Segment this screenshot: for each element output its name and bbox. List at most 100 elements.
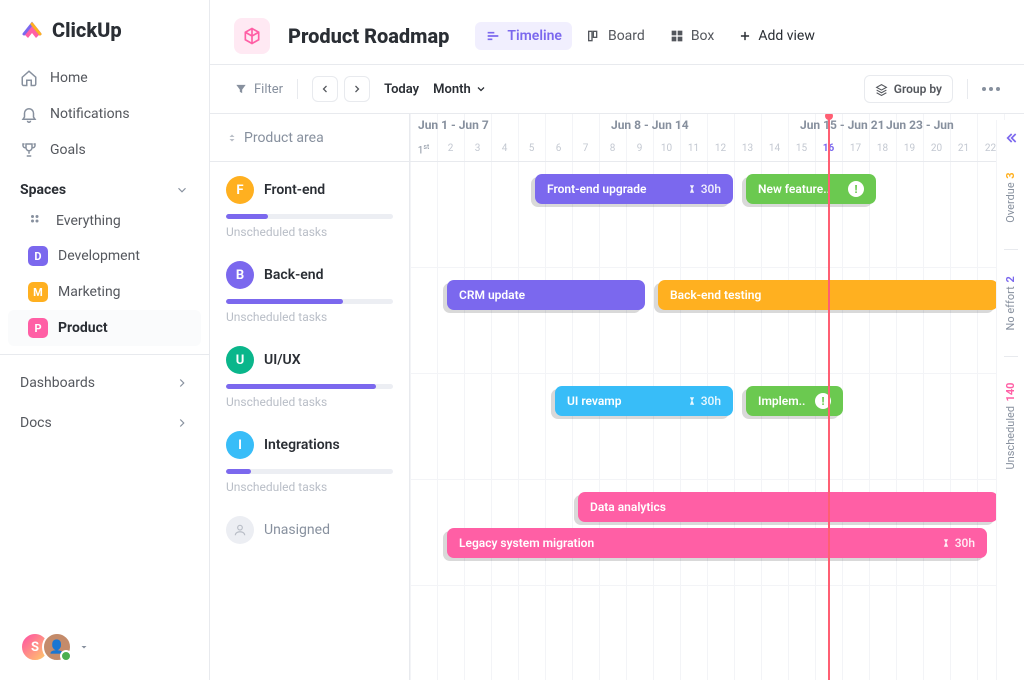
groups-column: Product area FFront-end Unscheduled task…	[210, 114, 410, 680]
chevron-down-icon	[475, 83, 487, 95]
sidebar-space-development[interactable]: D Development	[8, 238, 201, 274]
day-label: 19	[896, 143, 923, 154]
day-label: 3	[464, 143, 491, 154]
rail-overdue[interactable]: Overdue 3	[1004, 162, 1017, 233]
view-tabs: Timeline Board Box Add view	[475, 22, 824, 50]
sidebar-space-marketing[interactable]: M Marketing	[8, 274, 201, 310]
granularity-select[interactable]: Month	[433, 82, 487, 97]
nav-notifications-label: Notifications	[50, 106, 130, 122]
group-column-header[interactable]: Product area	[210, 114, 409, 162]
rail-noeffort[interactable]: No effort 2	[1004, 266, 1017, 341]
rail-label: Unscheduled	[1004, 406, 1017, 470]
sidebar-everything[interactable]: Everything	[8, 204, 201, 238]
task-data-analytics[interactable]: Data analytics	[578, 492, 998, 522]
day-label: 20	[923, 143, 950, 154]
topbar: Product Roadmap Timeline Board Box Add v…	[210, 0, 1024, 65]
right-rail: Overdue 3 No effort 2 Unscheduled 140	[996, 120, 1024, 680]
tab-label: Box	[691, 28, 715, 44]
unscheduled-label[interactable]: Unscheduled tasks	[226, 395, 393, 409]
week-label: Jun 23 - Jun	[886, 118, 954, 132]
group-integrations[interactable]: IIntegrations Unscheduled tasks	[210, 417, 409, 502]
sidebar-dashboards[interactable]: Dashboards	[0, 363, 209, 403]
avatar: 👤	[42, 632, 72, 662]
task-new-feature[interactable]: New feature.. !	[746, 174, 876, 204]
rail-label: Overdue	[1004, 182, 1017, 222]
sidebar-space-product[interactable]: P Product	[8, 310, 201, 346]
nav-home[interactable]: Home	[0, 60, 209, 96]
unscheduled-label[interactable]: Unscheduled tasks	[226, 310, 393, 324]
date-pager	[312, 76, 370, 102]
task-legacy-migration[interactable]: Legacy system migration 30h	[447, 528, 987, 558]
chart[interactable]: Jun 1 - Jun 7Jun 8 - Jun 14Jun 15 - Jun …	[410, 114, 1024, 680]
unscheduled-label[interactable]: Unscheduled tasks	[226, 225, 393, 239]
day-label: 8	[599, 143, 626, 154]
everything-label: Everything	[56, 213, 121, 229]
user-switcher[interactable]: S 👤	[20, 632, 90, 662]
plus-icon	[738, 29, 752, 43]
sidebar-docs[interactable]: Docs	[0, 403, 209, 443]
space-label: Marketing	[58, 284, 121, 300]
tab-timeline[interactable]: Timeline	[475, 22, 572, 50]
group-avatar: U	[226, 346, 254, 374]
page-title: Product Roadmap	[288, 24, 449, 48]
groupby-label: Group by	[894, 82, 942, 96]
day-label: 17	[842, 143, 869, 154]
group-backend[interactable]: BBack-end Unscheduled tasks	[210, 247, 409, 332]
rail-label: No effort	[1004, 286, 1017, 330]
week-label: Jun 1 - Jun 7	[418, 118, 489, 132]
group-unassigned[interactable]: Unasigned	[210, 502, 409, 558]
tab-board[interactable]: Board	[576, 22, 655, 50]
group-frontend[interactable]: FFront-end Unscheduled tasks	[210, 162, 409, 247]
space-badge: M	[28, 282, 48, 302]
group-avatar: I	[226, 431, 254, 459]
nav-goals[interactable]: Goals	[0, 132, 209, 168]
spaces-label: Spaces	[20, 182, 66, 198]
groupby-button[interactable]: Group by	[864, 75, 953, 103]
day-label: 7	[572, 143, 599, 154]
today-marker	[828, 114, 830, 680]
nav-notifications[interactable]: Notifications	[0, 96, 209, 132]
spaces-header[interactable]: Spaces	[0, 168, 209, 204]
hourglass-icon	[687, 184, 697, 194]
layers-icon	[875, 83, 888, 96]
more-button[interactable]	[982, 87, 1000, 91]
task-crm-update[interactable]: CRM update	[447, 280, 645, 310]
group-uiux[interactable]: UUI/UX Unscheduled tasks	[210, 332, 409, 417]
granularity-label: Month	[433, 82, 471, 97]
task-effort: 30h	[687, 394, 721, 408]
main: Product Roadmap Timeline Board Box Add v…	[210, 0, 1024, 680]
sidebar: ClickUp Home Notifications Goals Spaces …	[0, 0, 210, 680]
logo[interactable]: ClickUp	[0, 18, 209, 60]
chevron-right-icon	[175, 376, 189, 390]
lane-frontend: Front-end upgrade 30h New feature.. !	[410, 162, 1024, 268]
task-label: Back-end testing	[670, 288, 761, 302]
day-label: 18	[869, 143, 896, 154]
task-effort: 30h	[941, 536, 975, 550]
unscheduled-label[interactable]: Unscheduled tasks	[226, 480, 393, 494]
task-ui-revamp[interactable]: UI revamp 30h	[555, 386, 733, 416]
filter-button[interactable]: Filter	[234, 82, 283, 97]
rail-unscheduled[interactable]: Unscheduled 140	[1004, 373, 1017, 479]
task-frontend-upgrade[interactable]: Front-end upgrade 30h	[535, 174, 733, 204]
caret-down-icon	[78, 641, 90, 653]
rail-count: 2	[1004, 276, 1017, 282]
tab-box[interactable]: Box	[659, 22, 725, 50]
collapse-icon[interactable]	[1003, 130, 1019, 146]
task-label: New feature..	[758, 182, 830, 196]
task-label: CRM update	[459, 288, 525, 302]
everything-icon	[28, 212, 46, 230]
day-label: 2	[437, 143, 464, 154]
next-button[interactable]	[344, 76, 370, 102]
today-button[interactable]: Today	[384, 82, 419, 97]
prev-button[interactable]	[312, 76, 338, 102]
day-label: 11	[680, 143, 707, 154]
bell-icon	[20, 105, 38, 123]
task-effort: 30h	[687, 182, 721, 196]
day-label: 9	[626, 143, 653, 154]
day-label: 12	[707, 143, 734, 154]
day-label: 21	[950, 143, 977, 154]
group-progress	[226, 299, 393, 304]
tab-add-view[interactable]: Add view	[728, 22, 825, 50]
tab-add-label: Add view	[758, 28, 815, 44]
docs-label: Docs	[20, 415, 52, 431]
